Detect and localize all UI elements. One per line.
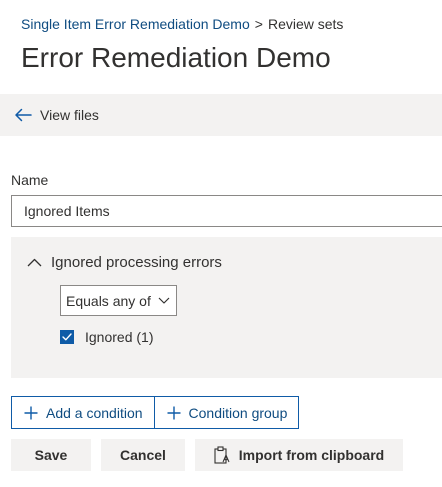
plus-icon: [167, 406, 181, 419]
view-files-label: View files: [40, 107, 99, 123]
condition-group-button[interactable]: Condition group: [154, 396, 300, 429]
save-button[interactable]: Save: [11, 439, 91, 471]
ignored-checkbox[interactable]: [60, 330, 74, 344]
checkmark-icon: [62, 333, 72, 341]
operator-dropdown[interactable]: Equals any of: [60, 285, 177, 316]
breadcrumb-current: Review sets: [267, 16, 344, 32]
condition-group-title: Ignored processing errors: [51, 254, 222, 271]
save-label: Save: [34, 447, 68, 463]
cancel-button[interactable]: Cancel: [101, 439, 185, 471]
breadcrumb-link-parent[interactable]: Single Item Error Remediation Demo: [21, 16, 250, 32]
arrow-left-icon: [15, 108, 32, 122]
name-input[interactable]: [11, 195, 442, 227]
import-from-clipboard-button[interactable]: Import from clipboard: [195, 439, 403, 471]
add-actions: Add a condition Condition group: [11, 396, 300, 429]
name-label: Name: [11, 172, 49, 188]
condition-group-header[interactable]: Ignored processing errors: [27, 254, 222, 271]
ignored-option-label: Ignored (1): [85, 329, 154, 345]
command-bar: View files: [0, 94, 442, 136]
operator-value: Equals any of: [66, 292, 151, 309]
condition-group-panel: Ignored processing errors Equals any of …: [11, 237, 442, 378]
chevron-up-icon: [27, 258, 42, 267]
view-files-button[interactable]: View files: [14, 105, 99, 125]
condition-group-label: Condition group: [188, 404, 288, 421]
cancel-label: Cancel: [120, 447, 166, 463]
option-row: Ignored (1): [60, 329, 153, 345]
add-condition-label: Add a condition: [46, 404, 143, 421]
breadcrumb-separator: >: [254, 16, 263, 32]
add-condition-button[interactable]: Add a condition: [11, 396, 155, 429]
plus-icon: [24, 406, 38, 419]
page-title: Error Remediation Demo: [21, 42, 331, 73]
chevron-down-icon: [158, 297, 170, 304]
breadcrumb: Single Item Error Remediation Demo > Revie…: [21, 16, 343, 32]
clipboard-icon: [214, 446, 230, 464]
import-label: Import from clipboard: [238, 447, 385, 463]
